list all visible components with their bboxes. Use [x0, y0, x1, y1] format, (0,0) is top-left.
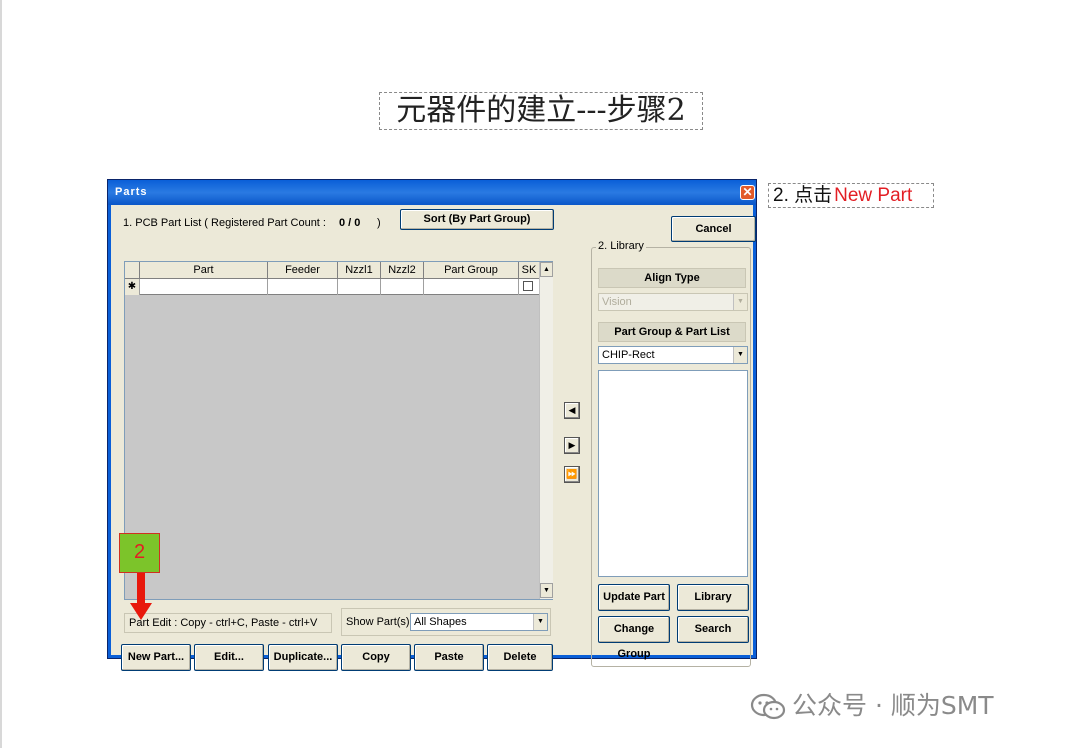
cell-nzzl2[interactable] [381, 279, 424, 295]
delete-button[interactable]: Delete [487, 644, 553, 671]
part-group-header: Part Group & Part List [598, 322, 746, 342]
row-selector-header [125, 262, 140, 279]
chevron-down-icon[interactable]: ▼ [533, 614, 547, 630]
library-caption: 2. Library [596, 240, 646, 252]
library-group: 2. Library Align Type Vision ▼ Part Grou… [591, 240, 751, 667]
move-all-right-icon[interactable]: ⏩ [564, 466, 580, 483]
search-label: Search [694, 623, 732, 635]
step-note-prefix: 2. 点击 [773, 185, 833, 206]
copy-button[interactable]: Copy [341, 644, 411, 671]
duplicate-button[interactable]: Duplicate... [268, 644, 338, 671]
show-parts-box: Show Part(s) All Shapes ▼ [341, 608, 551, 636]
new-part-label: New Part... [127, 651, 185, 663]
annotation-arrow-shaft [137, 573, 145, 605]
col-nzzl1[interactable]: Nzzl1 [338, 262, 381, 279]
copy-label: Copy [362, 651, 390, 663]
parts-dialog: Parts ✕ 1. PCB Part List ( Registered Pa… [107, 179, 757, 671]
edit-button[interactable]: Edit... [194, 644, 264, 671]
cell-part[interactable] [140, 279, 268, 295]
move-right-icon[interactable]: ▶ [564, 437, 580, 454]
wechat-icon [750, 693, 786, 720]
part-list-grid[interactable]: Part Feeder Nzzl1 Nzzl2 Part Group SK ✱ … [124, 261, 553, 600]
new-part-button[interactable]: New Part... [121, 644, 191, 671]
change-group-label: Change Group [613, 623, 655, 660]
align-type-select: Vision ▼ [598, 293, 748, 311]
part-count-close: ) [377, 217, 381, 229]
paste-label: Paste [434, 651, 464, 663]
change-group-button[interactable]: Change Group [598, 616, 670, 660]
edit-hint: Part Edit : Copy - ctrl+C, Paste - ctrl+… [129, 617, 318, 629]
cell-nzzl1[interactable] [338, 279, 381, 295]
step-note: 2. 点击 New Part [768, 183, 934, 208]
update-part-button[interactable]: Update Part [598, 584, 670, 611]
move-left-icon[interactable]: ◀ [564, 402, 580, 419]
chevron-down-icon: ▼ [733, 294, 747, 310]
duplicate-label: Duplicate... [273, 651, 333, 663]
part-group-value: CHIP-Rect [602, 349, 655, 361]
cell-part-group[interactable] [424, 279, 519, 295]
show-parts-select[interactable]: All Shapes ▼ [410, 613, 548, 631]
col-nzzl2[interactable]: Nzzl2 [381, 262, 424, 279]
library-part-list[interactable] [598, 370, 748, 577]
close-icon[interactable]: ✕ [740, 185, 755, 200]
dialog-titlebar[interactable]: Parts [108, 180, 756, 205]
cell-sk [519, 279, 539, 295]
search-button[interactable]: Search [677, 616, 749, 643]
cancel-button[interactable]: Cancel [671, 216, 756, 242]
col-sk[interactable]: SK [519, 262, 539, 279]
grid-scrollbar[interactable]: ▲ ▼ [539, 262, 553, 599]
new-row-marker: ✱ [125, 279, 140, 295]
part-list-label: 1. PCB Part List ( Registered Part Count… [123, 217, 326, 229]
scroll-up-icon[interactable]: ▲ [540, 262, 553, 277]
grid-header: Part Feeder Nzzl1 Nzzl2 Part Group SK [125, 262, 539, 279]
edit-label: Edit... [214, 651, 244, 663]
sk-checkbox[interactable] [523, 281, 533, 291]
part-group-select[interactable]: CHIP-Rect ▼ [598, 346, 748, 364]
col-part-group[interactable]: Part Group [424, 262, 519, 279]
col-feeder[interactable]: Feeder [268, 262, 338, 279]
edit-hint-box: Part Edit : Copy - ctrl+C, Paste - ctrl+… [124, 613, 332, 633]
step-number-badge: 2 [119, 533, 160, 573]
annotation-arrow-icon [130, 603, 152, 620]
delete-label: Delete [503, 651, 537, 663]
align-type-value: Vision [602, 296, 632, 308]
dialog-body: 1. PCB Part List ( Registered Part Count… [108, 205, 756, 671]
slide-title: 元器件的建立---步骤2 [379, 92, 703, 130]
sort-button[interactable]: Sort (By Part Group) [400, 209, 554, 230]
align-type-header: Align Type [598, 268, 746, 288]
col-part[interactable]: Part [140, 262, 268, 279]
show-parts-label: Show Part(s) [346, 616, 410, 628]
watermark-text: 公众号 · 顺为SMT [792, 691, 994, 720]
update-part-label: Update Part [603, 591, 665, 603]
cell-feeder[interactable] [268, 279, 338, 295]
show-parts-value: All Shapes [414, 616, 467, 628]
part-count: 0 / 0 [339, 217, 361, 229]
chevron-down-icon[interactable]: ▼ [733, 347, 747, 363]
step-note-highlight: New Part [834, 185, 913, 206]
library-delete-button[interactable]: Library Delete [677, 584, 749, 628]
watermark: 公众号 · 顺为SMT [750, 689, 994, 723]
sort-button-label: Sort (By Part Group) [423, 213, 531, 225]
slide-edge [0, 0, 2, 748]
cancel-button-label: Cancel [695, 223, 732, 235]
paste-button[interactable]: Paste [414, 644, 484, 671]
scroll-down-icon[interactable]: ▼ [540, 583, 553, 598]
dialog-title: Parts [115, 186, 148, 198]
table-row[interactable]: ✱ [125, 279, 539, 295]
